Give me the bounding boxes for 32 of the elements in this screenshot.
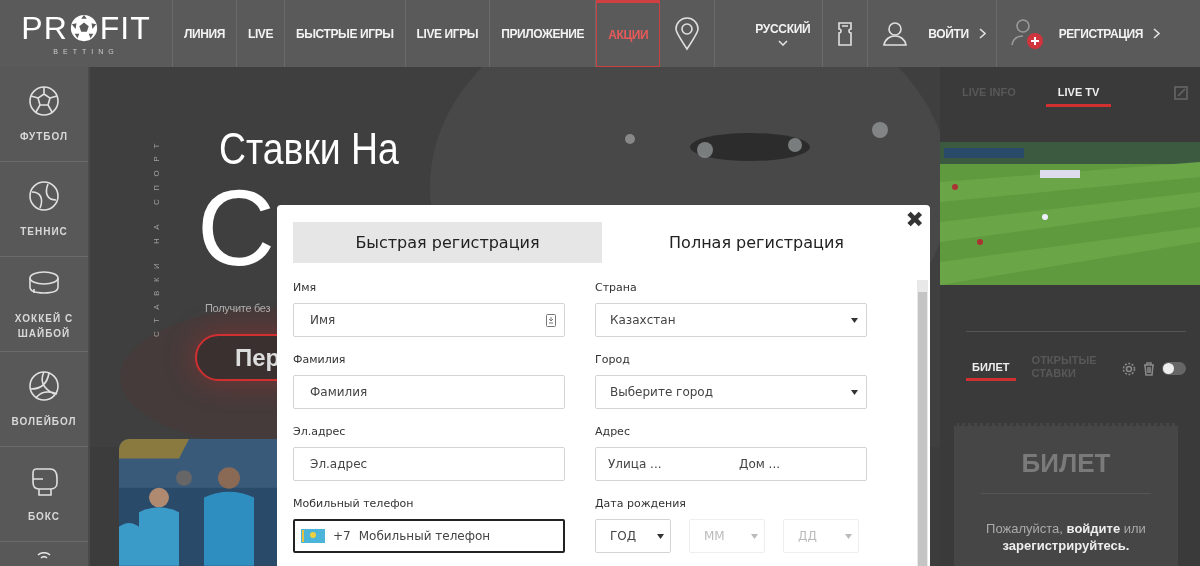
- sport-icon: [28, 179, 60, 212]
- user-icon: [882, 20, 909, 47]
- settings-icon[interactable]: [1122, 361, 1136, 376]
- chevron-down-icon: [777, 39, 788, 46]
- add-user-icon: [1010, 16, 1045, 51]
- chevron-right-icon: [1153, 25, 1160, 42]
- sport-menu-item[interactable]: ТЕННИС: [0, 162, 88, 257]
- sport-label: БОКС: [26, 509, 62, 524]
- sport-menu-item[interactable]: БОКС: [0, 447, 88, 542]
- register-link[interactable]: РЕГИСТРАЦИЯ: [1058, 26, 1143, 41]
- sport-menu-item[interactable]: ХОККЕЙ С ШАЙБОЙ: [0, 257, 88, 352]
- sport-label: ХОККЕЙ С ШАЙБОЙ: [13, 311, 75, 341]
- location-pin-icon[interactable]: [674, 16, 701, 51]
- sport-label: ФУТБОЛ: [18, 129, 70, 144]
- toggle-switch[interactable]: [1162, 362, 1186, 375]
- sport-label: ВОЛЕЙБОЛ: [10, 414, 78, 429]
- sport-icon: [28, 84, 60, 117]
- sport-menu-item[interactable]: ФУТБОЛ: [0, 67, 88, 162]
- expand-icon[interactable]: [1174, 86, 1188, 100]
- ticket-message: Пожалуйста, войдите или зарегистрируйтесь.: [985, 520, 1147, 554]
- sport-menu-item[interactable]: ВОЛЕЙБОЛ: [0, 352, 88, 447]
- bet-tab[interactable]: БИЛЕТ: [966, 356, 1016, 381]
- chevron-right-icon: [978, 25, 986, 42]
- language-selector[interactable]: РУССКИЙ: [755, 21, 811, 36]
- ticket-icon[interactable]: [837, 20, 854, 47]
- sport-label: ТЕННИС: [19, 224, 69, 239]
- login-link[interactable]: ВОЙТИ: [928, 26, 969, 41]
- sport-icon: [28, 369, 60, 402]
- panel-tab[interactable]: LIVE TV: [1045, 79, 1112, 107]
- logo[interactable]: PR FIT: [21, 12, 151, 44]
- trash-icon[interactable]: [1142, 361, 1156, 376]
- signal-icon: [37, 552, 51, 560]
